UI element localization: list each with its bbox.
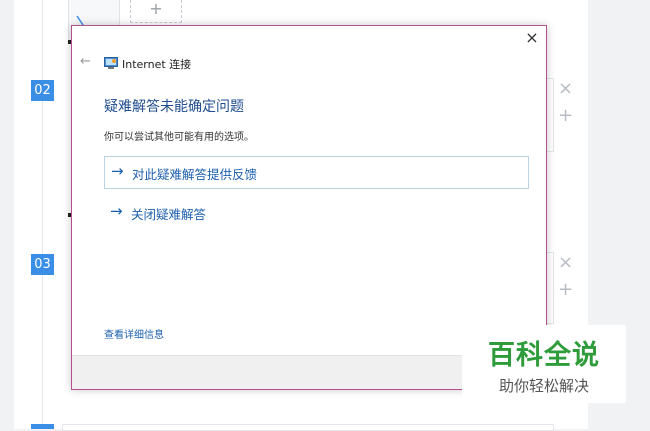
watermark-title: 百科全说 <box>488 340 600 371</box>
arrow-right-icon: → <box>110 202 123 220</box>
watermark-subtitle: 助你轻松解决 <box>498 377 589 395</box>
delete-step-icon[interactable]: × <box>558 254 573 272</box>
step-badge-partial <box>31 424 54 429</box>
step-badge-03: 03 <box>31 254 54 275</box>
add-step-icon[interactable]: + <box>558 281 573 299</box>
arrow-right-icon: → <box>111 162 124 180</box>
back-arrow-icon[interactable]: ← <box>80 54 91 69</box>
feedback-option-label: 对此疑难解答提供反馈 <box>132 167 258 182</box>
close-troubleshooter-label: 关闭疑难解答 <box>131 207 207 222</box>
close-troubleshooter-option[interactable]: → 关闭疑难解答 <box>104 198 304 226</box>
add-image-button[interactable]: + <box>130 0 182 23</box>
delete-step-icon[interactable]: × <box>558 80 573 98</box>
close-icon[interactable]: × <box>524 30 540 46</box>
dialog-subtext: 你可以尝试其他可能有用的选项。 <box>104 132 254 143</box>
add-step-icon[interactable]: + <box>558 107 573 125</box>
watermark-logo: 百科全说 助你轻松解决 <box>462 325 626 403</box>
feedback-option[interactable]: → 对此疑难解答提供反馈 <box>104 156 529 189</box>
step-badge-02: 02 <box>31 80 54 101</box>
network-icon <box>104 57 118 69</box>
step-timeline <box>42 0 43 429</box>
view-details-link[interactable]: 查看详细信息 <box>104 326 164 341</box>
dialog-heading: 疑难解答未能确定问题 <box>104 99 244 115</box>
step-card-partial <box>62 424 554 431</box>
window-title: Internet 连接 <box>122 58 192 71</box>
